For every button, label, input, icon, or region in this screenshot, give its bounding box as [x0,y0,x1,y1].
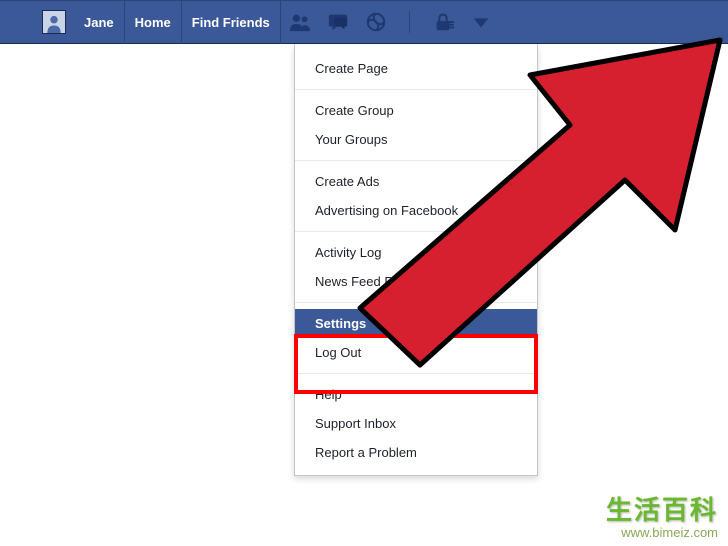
person-icon [44,13,64,33]
dropdown-item-create-group[interactable]: Create Group [295,96,537,125]
messages-icon[interactable] [327,11,349,33]
watermark-text-cn: 生活百科 [606,490,718,527]
dropdown-item-activity-log[interactable]: Activity Log [295,238,537,267]
dropdown-separator [295,231,537,232]
topbar-divider [409,11,410,33]
dropdown-item-news-feed-prefs[interactable]: News Feed Preferences [295,267,537,296]
nav-user-name[interactable]: Jane [74,0,125,44]
nav-home[interactable]: Home [125,0,182,44]
dropdown-item-settings[interactable]: Settings [295,309,537,338]
dropdown-item-advertising-on-fb[interactable]: Advertising on Facebook [295,196,537,225]
nav-find-friends[interactable]: Find Friends [182,0,281,44]
dropdown-item-create-ads[interactable]: Create Ads [295,167,537,196]
topbar: Jane Home Find Friends [0,0,728,44]
dropdown-item-your-groups[interactable]: Your Groups [295,125,537,154]
dropdown-item-report-problem[interactable]: Report a Problem [295,438,537,467]
topbar-icon-group [289,11,492,33]
watermark: 生活百科 www.bimeiz.com [606,490,718,540]
dropdown-separator [295,302,537,303]
dropdown-item-support-inbox[interactable]: Support Inbox [295,409,537,438]
dropdown-separator [295,160,537,161]
dropdown-item-log-out[interactable]: Log Out [295,338,537,367]
dropdown-separator [295,373,537,374]
dropdown-item-create-page[interactable]: Create Page [295,54,537,83]
menu-dropdown-trigger[interactable] [470,11,492,33]
account-dropdown: Create Page Create GroupYour Groups Create… [294,44,538,476]
privacy-shortcuts-icon[interactable] [432,11,454,33]
profile-avatar[interactable] [42,10,66,34]
friend-requests-icon[interactable] [289,11,311,33]
notifications-icon[interactable] [365,11,387,33]
dropdown-separator [295,89,537,90]
dropdown-item-help[interactable]: Help [295,380,537,409]
watermark-text-url: www.bimeiz.com [606,525,718,540]
